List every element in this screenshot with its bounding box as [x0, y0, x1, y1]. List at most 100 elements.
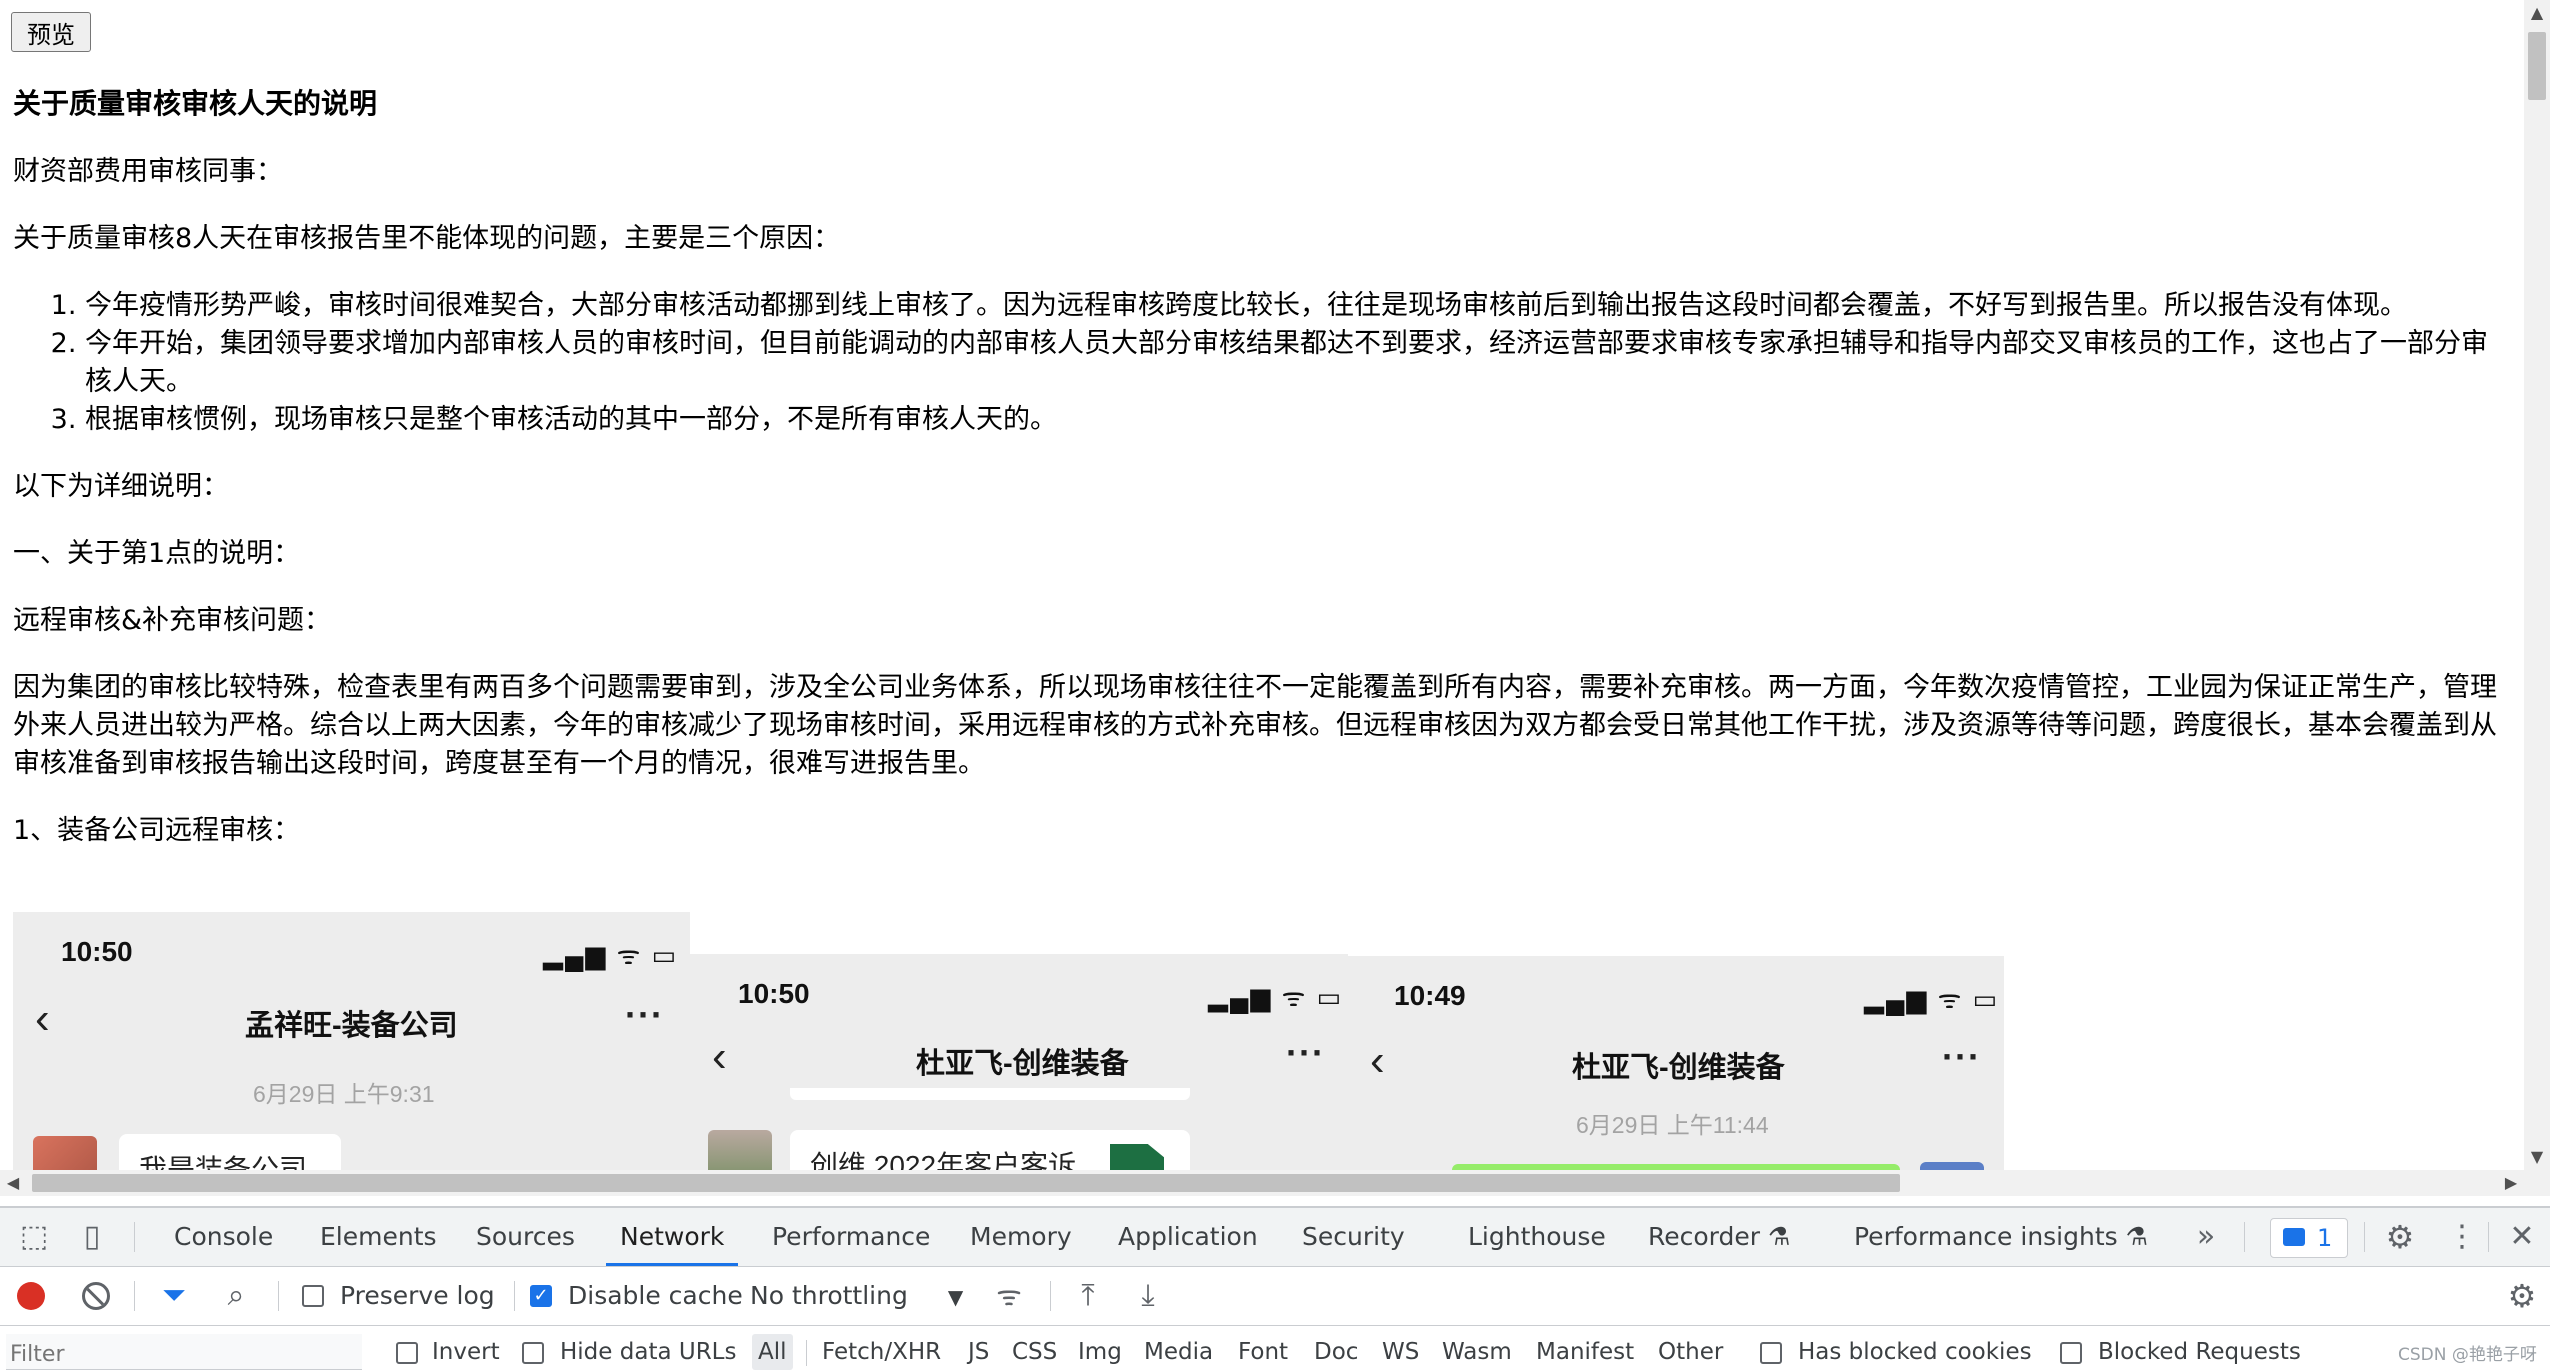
- has-blocked-cookies-label: Has blocked cookies: [1798, 1339, 2032, 1365]
- filter-type-other[interactable]: Other: [1658, 1334, 1723, 1370]
- doc-greeting: 财资部费用审核同事：: [13, 156, 283, 187]
- divider: [2364, 1222, 2365, 1252]
- device-toolbar-icon[interactable]: ▯: [72, 1208, 112, 1266]
- network-filter-bar: Invert Hide data URLs All Fetch/XHR JS C…: [0, 1326, 2550, 1372]
- signal-wifi-battery-icon: ▂▄▆ ᯤ ▭: [1864, 984, 2000, 1014]
- reason-item: 今年疫情形势严峻，审核时间很难契合，大部分审核活动都挪到线上审核了。因为远程审核…: [85, 287, 2503, 325]
- devtools-panel: ⬚ ▯ Console Elements Sources Network Per…: [0, 1206, 2550, 1372]
- scroll-right-arrow-icon[interactable]: ▶: [2498, 1170, 2524, 1196]
- phone-time: 10:49: [1394, 980, 1466, 1011]
- divider: [2488, 1222, 2489, 1252]
- item-heading: 1、装备公司远程审核：: [13, 815, 301, 846]
- document-body: 关于质量审核审核人天的说明 财资部费用审核同事： 关于质量审核8人天在审核报告里…: [13, 84, 2503, 879]
- chat-bubble-icon: [2283, 1228, 2305, 1246]
- tab-lighthouse[interactable]: Lighthouse: [1468, 1208, 1606, 1266]
- vertical-scrollbar[interactable]: ▲ ▼: [2524, 0, 2550, 1196]
- network-settings-gear-icon[interactable]: ⚙: [2500, 1267, 2544, 1325]
- divider: [2244, 1222, 2245, 1252]
- page-content: 预览 关于质量审核审核人天的说明 财资部费用审核同事： 关于质量审核8人天在审核…: [0, 0, 2524, 1170]
- filter-funnel-icon[interactable]: ⏷: [154, 1267, 194, 1325]
- filter-type-img[interactable]: Img: [1078, 1334, 1122, 1370]
- filter-type-js[interactable]: JS: [968, 1334, 989, 1370]
- divider: [134, 1222, 135, 1252]
- preserve-log-checkbox[interactable]: [302, 1285, 324, 1307]
- chat-title: 杜亚飞-创维装备: [1572, 1052, 1785, 1084]
- filter-type-media[interactable]: Media: [1144, 1334, 1213, 1370]
- tab-recorder[interactable]: Recorder ⚗: [1648, 1208, 1790, 1266]
- tab-console[interactable]: Console: [174, 1208, 273, 1266]
- tab-performance-insights[interactable]: Performance insights ⚗: [1854, 1208, 2148, 1266]
- inspect-element-icon[interactable]: ⬚: [14, 1208, 54, 1266]
- throttling-select[interactable]: No throttling ▼: [750, 1267, 963, 1325]
- phone-screenshot: 10:49 ▂▄▆ ᯤ ▭ ‹ 杜亚飞-创维装备 ··· 6月29日 上午11:…: [1348, 956, 2004, 1170]
- dropdown-arrow-icon: ▼: [947, 1285, 964, 1309]
- search-icon[interactable]: ⌕: [216, 1267, 256, 1325]
- more-icon: ···: [1286, 1032, 1325, 1073]
- filter-type-ws[interactable]: WS: [1382, 1334, 1419, 1370]
- back-arrow-icon: ‹: [1370, 1036, 1385, 1085]
- filter-type-css[interactable]: CSS: [1012, 1334, 1057, 1370]
- detail-paragraph: 因为集团的审核比较特殊，检查表里有两百多个问题需要审到，涉及全公司业务体系，所以…: [13, 672, 2497, 779]
- back-arrow-icon: ‹: [35, 994, 50, 1043]
- scroll-down-arrow-icon[interactable]: ▼: [2524, 1144, 2550, 1170]
- tab-memory[interactable]: Memory: [970, 1208, 1072, 1266]
- phone-time: 10:50: [738, 978, 810, 1009]
- reasons-list: 今年疫情形势严峻，审核时间很难契合，大部分审核活动都挪到线上审核了。因为远程审核…: [13, 287, 2503, 439]
- horizontal-scrollbar-thumb[interactable]: [32, 1174, 1900, 1192]
- more-icon: ···: [1942, 1036, 1981, 1077]
- tab-application[interactable]: Application: [1118, 1208, 1258, 1266]
- filter-type-fetch-xhr[interactable]: Fetch/XHR: [822, 1334, 941, 1370]
- issues-badge[interactable]: 1: [2270, 1218, 2348, 1258]
- disable-cache-checkbox[interactable]: ✓: [530, 1285, 552, 1307]
- section-heading: 一、关于第1点的说明：: [13, 538, 301, 569]
- filter-type-manifest[interactable]: Manifest: [1536, 1334, 1634, 1370]
- filter-type-doc[interactable]: Doc: [1314, 1334, 1358, 1370]
- divider: [514, 1281, 515, 1311]
- throttling-value: No throttling: [750, 1281, 908, 1310]
- horizontal-scrollbar[interactable]: ◀ ▶: [0, 1170, 2524, 1196]
- avatar: [1920, 1162, 1984, 1170]
- scroll-up-arrow-icon[interactable]: ▲: [2524, 0, 2550, 26]
- filter-input[interactable]: [6, 1334, 362, 1370]
- doc-title: 关于质量审核审核人天的说明: [13, 87, 378, 120]
- more-tabs-chevron-icon[interactable]: »: [2186, 1208, 2226, 1266]
- settings-gear-icon[interactable]: ⚙: [2378, 1208, 2422, 1266]
- tab-sources[interactable]: Sources: [476, 1208, 575, 1266]
- blocked-requests-checkbox[interactable]: [2060, 1342, 2082, 1364]
- flask-icon: ⚗: [1768, 1222, 1791, 1251]
- tab-network[interactable]: Network: [606, 1208, 739, 1266]
- hide-data-urls-checkbox[interactable]: [522, 1342, 544, 1364]
- reason-item: 今年开始，集团领导要求增加内部审核人员的审核时间，但目前能调动的内部审核人员大部…: [85, 325, 2503, 401]
- invert-label: Invert: [432, 1339, 500, 1365]
- filter-type-wasm[interactable]: Wasm: [1442, 1334, 1512, 1370]
- scroll-left-arrow-icon[interactable]: ◀: [0, 1170, 26, 1196]
- disable-cache-label: Disable cache: [568, 1281, 743, 1310]
- has-blocked-cookies-checkbox[interactable]: [1760, 1342, 1782, 1364]
- flask-icon: ⚗: [2125, 1222, 2149, 1251]
- close-icon[interactable]: ✕: [2502, 1208, 2542, 1266]
- kebab-menu-icon[interactable]: ⋮: [2444, 1208, 2480, 1266]
- tab-performance[interactable]: Performance: [772, 1208, 930, 1266]
- chat-date: 6月29日 上午9:31: [253, 1081, 435, 1107]
- export-har-icon[interactable]: ⤓: [1128, 1267, 1168, 1325]
- filter-type-font[interactable]: Font: [1238, 1334, 1288, 1370]
- chat-title: 孟祥旺-装备公司: [245, 1010, 458, 1042]
- file-bubble: 创维 2022年客户客诉: [790, 1130, 1190, 1170]
- filter-type-all[interactable]: All: [752, 1334, 793, 1370]
- record-button[interactable]: [17, 1282, 45, 1310]
- invert-checkbox[interactable]: [396, 1342, 418, 1364]
- detail-intro: 以下为详细说明：: [13, 471, 229, 502]
- network-toolbar: ⏷ ⌕ Preserve log ✓ Disable cache No thro…: [0, 1267, 2550, 1326]
- vertical-scrollbar-thumb[interactable]: [2528, 32, 2546, 100]
- preview-button[interactable]: 预览: [11, 12, 91, 52]
- back-arrow-icon: ‹: [712, 1032, 727, 1081]
- tab-security[interactable]: Security: [1302, 1208, 1405, 1266]
- tab-elements[interactable]: Elements: [320, 1208, 437, 1266]
- clear-icon[interactable]: [82, 1282, 110, 1310]
- tab-recorder-label: Recorder: [1648, 1222, 1761, 1251]
- issues-count: 1: [2317, 1224, 2333, 1252]
- network-conditions-wifi-icon[interactable]: ᯤ: [988, 1267, 1030, 1325]
- blocked-requests-label: Blocked Requests: [2098, 1339, 2301, 1365]
- import-har-icon[interactable]: ⤒: [1068, 1267, 1108, 1325]
- doc-intro: 关于质量审核8人天在审核报告里不能体现的问题，主要是三个原因：: [13, 223, 841, 254]
